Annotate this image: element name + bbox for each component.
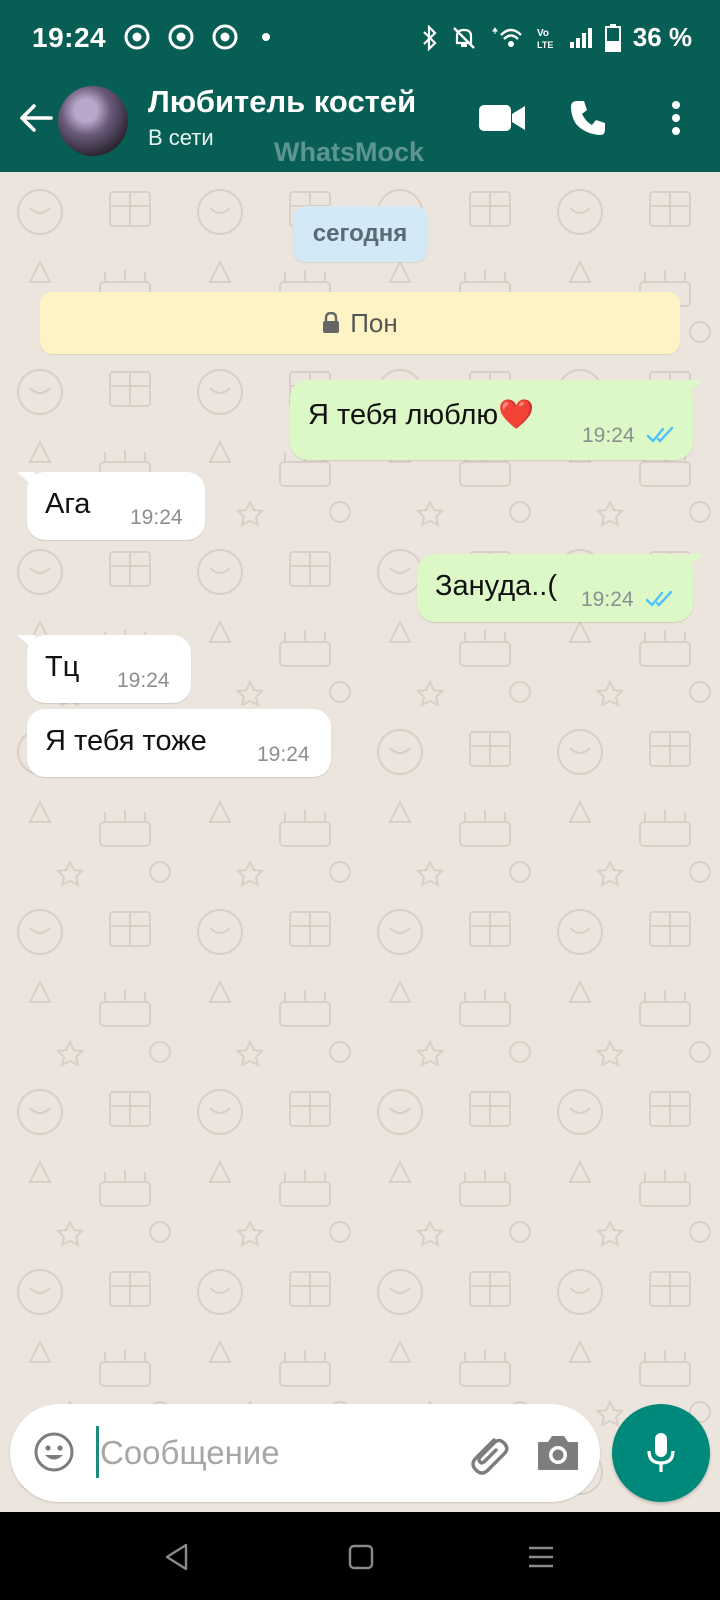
message-time: 19:24 [117, 669, 170, 692]
voice-message-button[interactable] [612, 1404, 710, 1502]
chat-header: Любитель костей В сети WhatsMock [0, 80, 720, 172]
bluetooth-icon [422, 24, 437, 51]
incoming-message[interactable]: Тц 19:24 [17, 635, 191, 703]
more-options-button[interactable] [656, 90, 696, 146]
watermark: WhatsMock [274, 137, 425, 167]
outgoing-message[interactable]: Зануда..( 19:24 [417, 554, 703, 622]
bubble-tail [17, 635, 35, 651]
encryption-banner[interactable]: Пон [40, 292, 680, 354]
read-receipt-icon [646, 426, 674, 443]
status-bar: 19:24 Vo LTE 36 % [0, 0, 720, 80]
lock-icon [323, 312, 340, 333]
read-receipt-icon [645, 590, 673, 607]
app-header: 19:24 Vo LTE 36 % Любитель костей В сети … [0, 0, 720, 172]
message-text: Ага [45, 488, 91, 520]
bubble-tail [685, 380, 703, 396]
doodle-wallpaper [0, 172, 720, 1512]
message-time: 19:24 [581, 588, 634, 611]
message-text: Тц [45, 651, 80, 683]
message-input[interactable] [100, 1426, 430, 1480]
chrome-icon [168, 24, 194, 50]
paperclip-icon[interactable] [462, 1428, 512, 1478]
contact-avatar[interactable] [58, 86, 128, 156]
phone-icon [571, 101, 605, 135]
signal-icon [569, 27, 592, 48]
arrow-left-icon [20, 104, 53, 132]
message-text: Я тебя тоже [45, 725, 207, 757]
svg-text:Vo: Vo [537, 28, 549, 39]
nav-home-icon[interactable] [346, 1542, 376, 1572]
mute-bell-icon [452, 26, 475, 49]
volte-icon: VoLTE [537, 28, 553, 50]
battery-icon [604, 23, 621, 52]
nav-recents-icon[interactable] [526, 1542, 556, 1572]
encryption-banner-text: Пон [350, 307, 398, 338]
emoji-icon[interactable] [32, 1430, 76, 1474]
back-button[interactable] [12, 94, 60, 142]
chat-area[interactable]: сегодня Пон Я тебя люблю❤️ 19:24 Ага 19:… [0, 172, 720, 1512]
message-composer [10, 1404, 600, 1502]
status-time: 19:24 [32, 22, 107, 53]
video-call-button[interactable] [472, 90, 532, 146]
incoming-message[interactable]: Я тебя тоже 19:24 [27, 709, 331, 777]
more-vertical-icon [672, 101, 680, 135]
bubble-tail [17, 472, 35, 488]
outgoing-message[interactable]: Я тебя люблю❤️ 19:24 [290, 380, 703, 460]
notification-icons [124, 24, 270, 50]
wifi-icon [491, 26, 522, 47]
system-icons: Vo LTE 36 % [421, 22, 692, 53]
svg-text:LTE: LTE [537, 40, 553, 50]
message-text: Я тебя люблю❤️ [308, 399, 535, 431]
system-nav-bar [0, 1512, 720, 1600]
microphone-icon [647, 1433, 675, 1472]
voice-call-button[interactable] [562, 90, 614, 146]
incoming-message[interactable]: Ага 19:24 [17, 472, 205, 540]
text-cursor [96, 1426, 99, 1478]
message-time: 19:24 [582, 424, 635, 447]
bubble-tail [685, 554, 703, 570]
contact-status: В сети [148, 125, 214, 150]
date-separator: сегодня [293, 206, 427, 262]
chrome-icon [212, 24, 238, 50]
battery-percent: 36 % [632, 22, 692, 52]
message-time: 19:24 [130, 506, 183, 529]
video-camera-icon [479, 105, 525, 131]
message-time: 19:24 [257, 743, 310, 766]
more-notifications-dot-icon [262, 33, 270, 41]
message-text: Зануда..( [435, 570, 558, 602]
nav-back-icon[interactable] [162, 1542, 192, 1572]
camera-icon[interactable] [534, 1430, 582, 1474]
chrome-icon [124, 24, 150, 50]
contact-name[interactable]: Любитель костей [148, 84, 416, 120]
